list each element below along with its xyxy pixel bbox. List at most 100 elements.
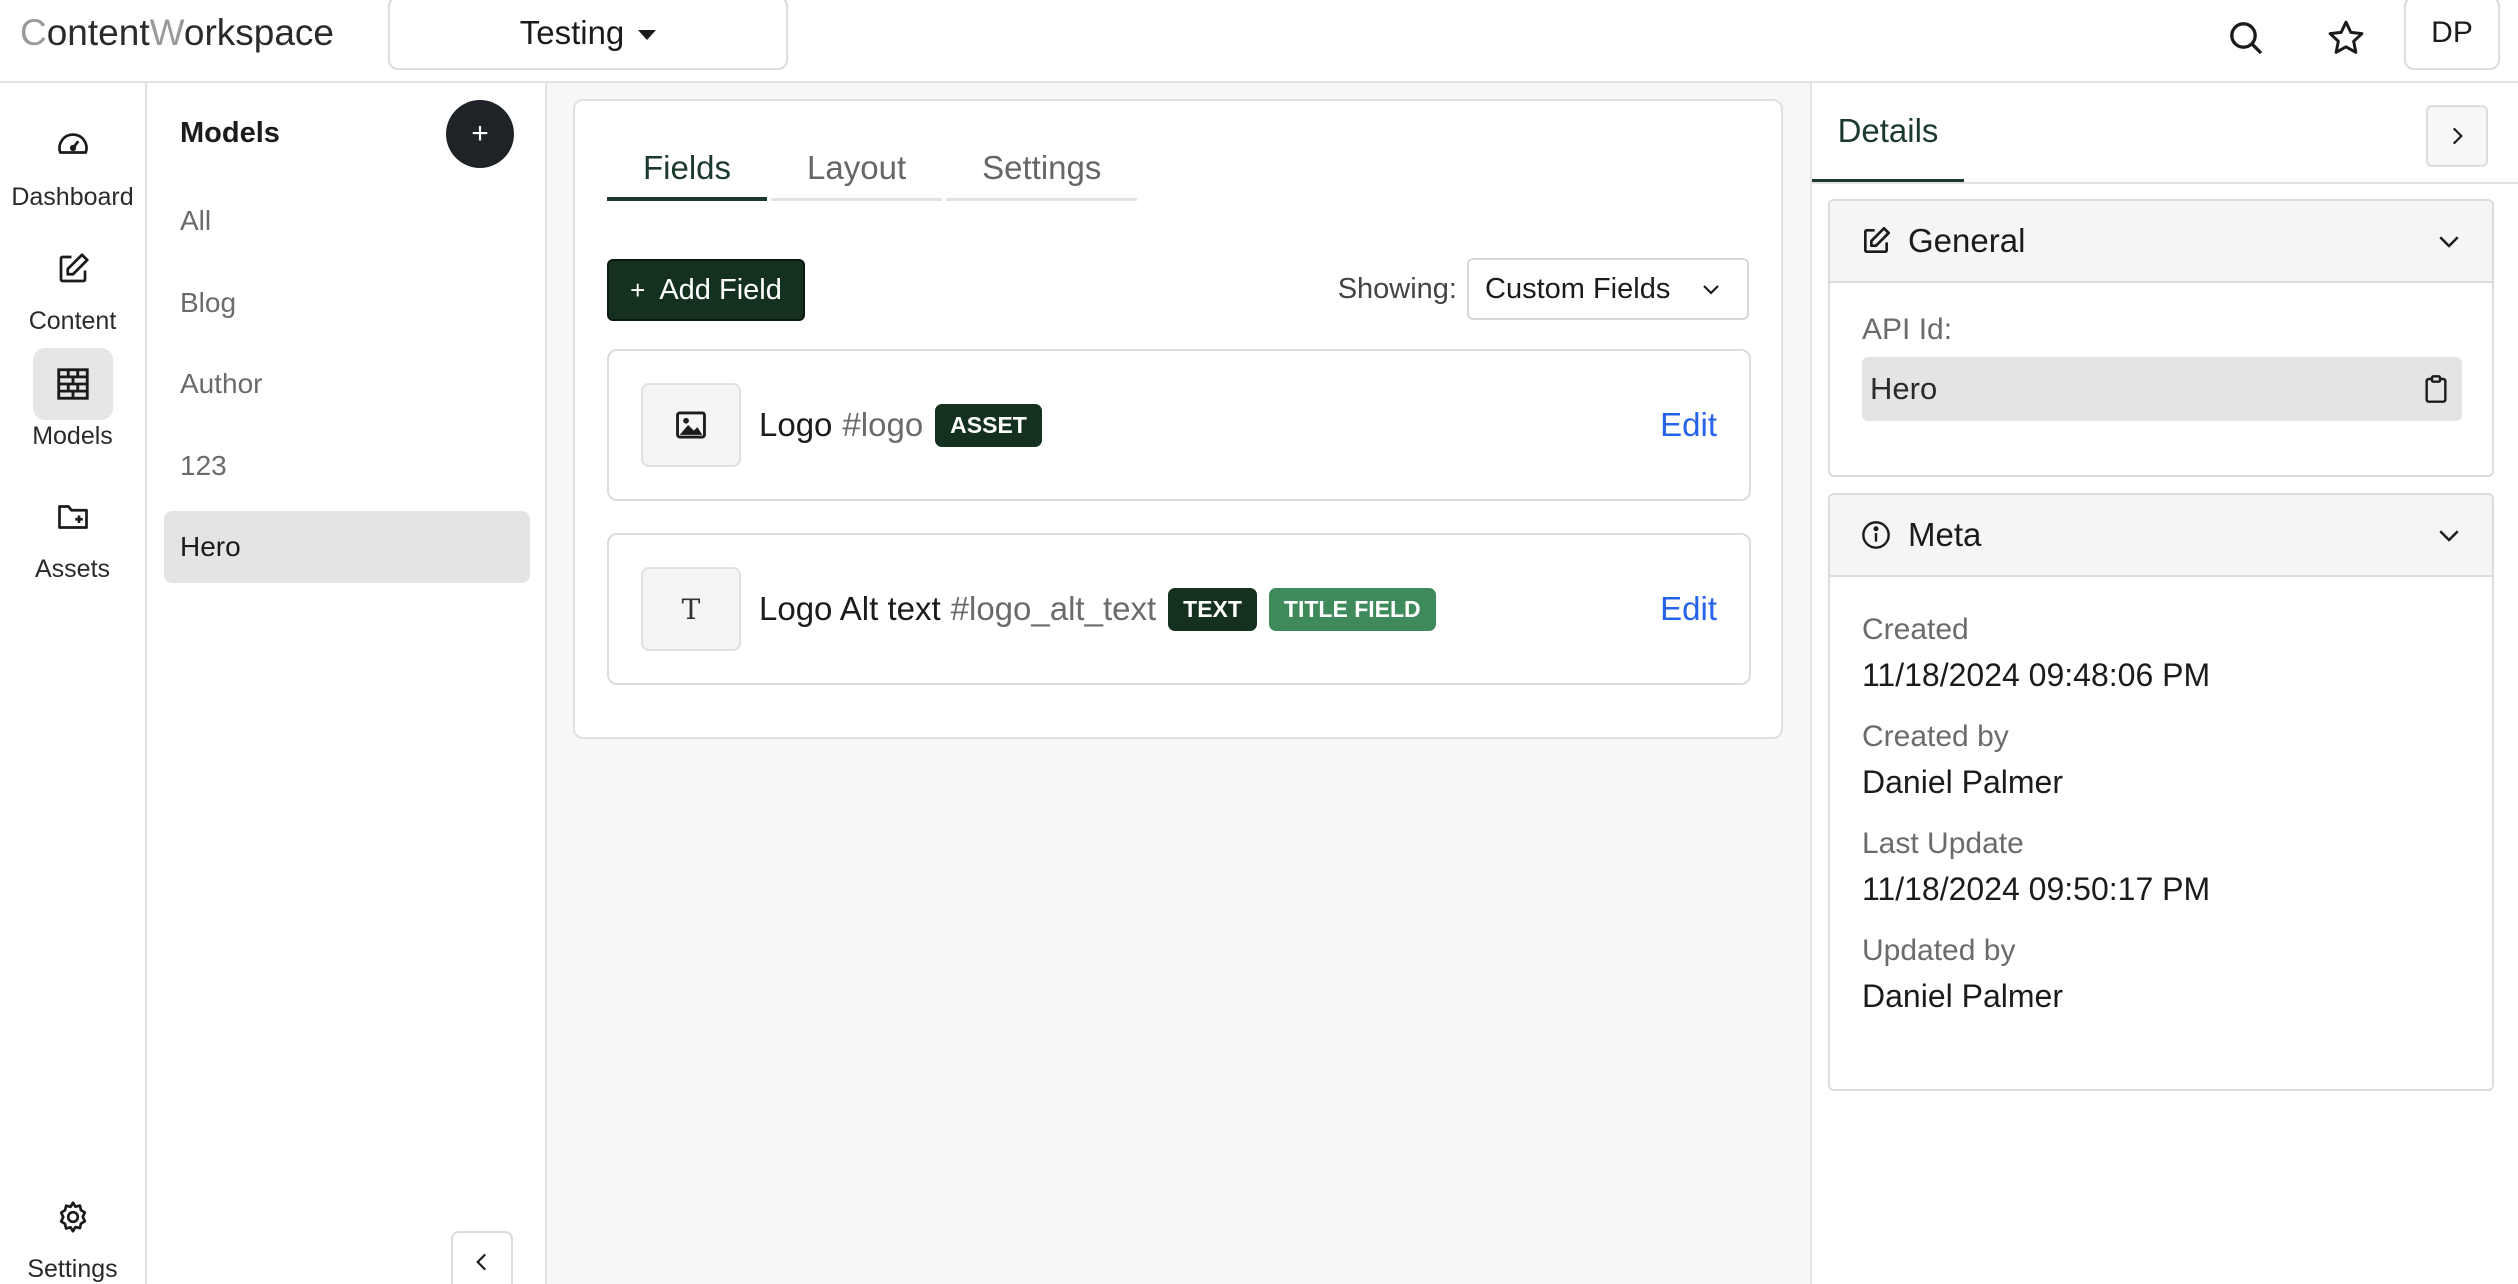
showing-value: Custom Fields <box>1485 272 1671 305</box>
expand-details-button[interactable] <box>2426 105 2488 167</box>
meta-value: Daniel Palmer <box>1862 978 2063 1014</box>
edit-icon <box>1864 227 1890 253</box>
meta-created-by: Created by Daniel Palmer <box>1862 720 2460 801</box>
meta-label: Created <box>1862 613 1969 646</box>
logo-letter-w: W <box>149 12 184 53</box>
meta-section: Meta Created 11/18/2024 09:48:06 PM Crea… <box>1828 493 2494 1091</box>
logo-text-orkspace: orkspace <box>183 12 335 53</box>
meta-label: Updated by <box>1862 934 2016 967</box>
bricks-icon <box>56 368 89 400</box>
chevron-down-icon <box>2439 530 2459 542</box>
tab-fields[interactable]: Fields <box>607 135 768 201</box>
chevron-left-icon <box>476 1253 487 1271</box>
nav-label-assets: Assets <box>34 555 111 583</box>
plus-icon: + <box>630 274 646 305</box>
model-item-label: 123 <box>180 450 227 481</box>
field-key: #logo_alt_text <box>950 590 1157 627</box>
api-id-value: Hero <box>1870 371 1938 406</box>
edit-field-link[interactable]: Edit <box>1660 535 1717 683</box>
field-type-badge: ASSET <box>935 403 1042 447</box>
tab-label: Layout <box>807 149 907 186</box>
plus-icon: + <box>471 117 489 150</box>
api-id-field: Hero <box>1862 357 2462 421</box>
logo-letter-c: C <box>20 12 47 53</box>
model-item-label: All <box>180 205 212 236</box>
project-selector[interactable]: Testing <box>388 0 788 70</box>
gauge-icon <box>57 133 88 154</box>
star-icon <box>2328 20 2364 54</box>
tab-details[interactable]: Details <box>1812 83 1964 183</box>
model-item-123[interactable]: 123 <box>164 430 530 502</box>
text-type-icon: T <box>681 592 701 626</box>
chevron-right-icon <box>2452 127 2463 145</box>
nav-icon-wrap <box>33 233 113 305</box>
section-title: General <box>1908 222 2026 259</box>
meta-value: 11/18/2024 09:50:17 PM <box>1862 871 2211 907</box>
add-model-button[interactable]: + <box>446 100 514 168</box>
nav-dashboard[interactable]: Dashboard <box>0 109 145 212</box>
tab-layout[interactable]: Layout <box>771 135 943 201</box>
nav-icon-wrap <box>33 1181 113 1253</box>
edit-icon <box>59 253 89 283</box>
chevron-down-icon <box>638 30 657 40</box>
model-item-all[interactable]: All <box>164 185 530 257</box>
avatar-initials: DP <box>2431 16 2473 49</box>
nav-settings[interactable]: Settings <box>0 1181 145 1284</box>
chevron-down-icon <box>2439 236 2459 248</box>
collapse-panel-button[interactable] <box>451 1231 513 1284</box>
details-panel: Details General API Id: Hero Meta Create… <box>1810 83 2518 1284</box>
chevron-down-icon <box>1703 285 1719 295</box>
model-item-label: Blog <box>180 287 237 318</box>
field-row-logo-alt-text: T Logo Alt text #logo_alt_text TEXT TITL… <box>607 533 1751 685</box>
model-tabs: Fields Layout Settings <box>607 135 1141 201</box>
section-title: Meta <box>1908 516 1982 553</box>
meta-section-body: Created 11/18/2024 09:48:06 PM Created b… <box>1830 577 2492 1071</box>
meta-section-header[interactable]: Meta <box>1830 495 2492 577</box>
meta-updated-by: Updated by Daniel Palmer <box>1862 934 2460 1015</box>
meta-label: Created by <box>1862 720 2009 753</box>
nav-content[interactable]: Content <box>0 233 145 336</box>
model-item-hero[interactable]: Hero <box>164 511 530 583</box>
nav-icon-wrap <box>33 481 113 553</box>
nav-label-models: Models <box>32 422 113 450</box>
field-type-icon <box>641 383 741 467</box>
models-panel: Models + All Blog Author 123 Hero <box>147 83 547 1284</box>
model-item-label: Hero <box>180 531 241 562</box>
model-item-blog[interactable]: Blog <box>164 267 530 339</box>
showing-select[interactable]: Custom Fields <box>1467 258 1749 320</box>
add-field-button[interactable]: + Add Field <box>607 259 805 321</box>
model-item-label: Author <box>180 368 263 399</box>
app-logo[interactable]: ContentWorkspace <box>20 12 334 54</box>
nav-icon-wrap-active <box>32 348 113 420</box>
nav-label-settings: Settings <box>27 1255 118 1283</box>
nav-models[interactable]: Models <box>0 348 145 451</box>
field-type-badge: TEXT <box>1168 587 1257 631</box>
field-name: Logo <box>759 406 833 443</box>
model-item-author[interactable]: Author <box>164 348 530 420</box>
meta-last-update: Last Update 11/18/2024 09:50:17 PM <box>1862 827 2460 908</box>
tab-settings[interactable]: Settings <box>946 135 1138 201</box>
general-section: General API Id: Hero <box>1828 199 2494 477</box>
tab-label: Fields <box>643 149 732 186</box>
favorites-button[interactable] <box>2318 10 2374 66</box>
model-card: Fields Layout Settings + Add Field Showi… <box>573 99 1783 739</box>
meta-value: Daniel Palmer <box>1862 764 2063 800</box>
meta-created: Created 11/18/2024 09:48:06 PM <box>1862 613 2460 694</box>
gear-icon <box>59 1201 86 1233</box>
details-tab-label: Details <box>1837 112 1939 149</box>
general-section-header[interactable]: General <box>1830 201 2492 283</box>
logo-text-ontent: ontent <box>46 12 150 53</box>
clipboard-icon[interactable] <box>2420 373 2452 405</box>
edit-field-link[interactable]: Edit <box>1660 351 1717 499</box>
add-field-label: Add Field <box>659 273 782 306</box>
user-avatar-button[interactable]: DP <box>2404 0 2500 70</box>
showing-label: Showing: <box>1337 272 1457 305</box>
nav-assets[interactable]: Assets <box>0 481 145 584</box>
field-key: #logo <box>842 406 924 443</box>
left-nav: Dashboard Content Models Assets Settings <box>0 83 147 1284</box>
models-title: Models <box>180 117 280 149</box>
search-button[interactable] <box>2218 10 2274 66</box>
project-name: Testing <box>519 14 625 51</box>
title-field-badge: TITLE FIELD <box>1268 587 1436 631</box>
nav-icon-wrap <box>33 109 113 181</box>
